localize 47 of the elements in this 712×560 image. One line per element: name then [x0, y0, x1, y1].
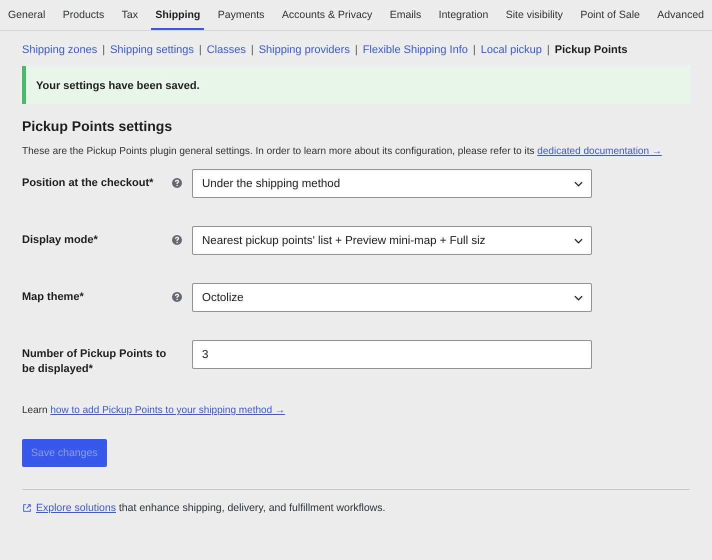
- field-label: Position at the checkout*: [22, 176, 154, 191]
- separator: |: [198, 44, 202, 56]
- help-icon[interactable]: [172, 292, 182, 302]
- chevron-down-icon: [574, 180, 583, 186]
- documentation-link[interactable]: dedicated documentation →: [537, 146, 662, 157]
- help-icon[interactable]: [172, 235, 182, 245]
- settings-tab[interactable]: Point of Sale: [576, 0, 644, 30]
- settings-tab[interactable]: Shipping: [151, 0, 204, 30]
- footer-text: that enhance shipping, delivery, and fulfillment workflows.: [118, 502, 386, 514]
- settings-tab[interactable]: Products: [58, 0, 108, 30]
- separator: |: [250, 44, 254, 56]
- notice-message: Your settings have been saved.: [36, 80, 200, 92]
- settings-tab[interactable]: Integration: [434, 0, 492, 30]
- section-link[interactable]: Pickup Points: [554, 44, 628, 56]
- settings-tab[interactable]: Advanced: [653, 0, 708, 30]
- section-link[interactable]: Classes: [206, 44, 246, 56]
- section-link[interactable]: Shipping settings: [110, 44, 194, 56]
- settings-tab[interactable]: Accounts & Privacy: [278, 0, 376, 30]
- field-label: Map theme*: [22, 290, 85, 305]
- separator: |: [546, 44, 550, 56]
- section-link[interactable]: Local pickup: [480, 44, 542, 56]
- explore-link[interactable]: Explore solutions: [36, 502, 116, 514]
- field-label: Display mode*: [22, 233, 99, 248]
- intro-text: These are the Pickup Points plugin general settings. In order to learn more about its configuration, please refer to its dedicated documentation →: [22, 146, 663, 157]
- dropdown[interactable]: Under the shipping method: [192, 169, 592, 198]
- how-to-link[interactable]: how to add Pickup Points to your shipping method →: [50, 405, 285, 416]
- settings-tab[interactable]: Emails: [386, 0, 426, 30]
- settings-tab[interactable]: Site visibility: [502, 0, 567, 30]
- help-icon[interactable]: [172, 178, 182, 188]
- number-input[interactable]: 3: [192, 340, 592, 369]
- settings-tab[interactable]: General: [4, 0, 50, 30]
- field-label: Number of Pickup Points to be displayed*: [22, 347, 168, 377]
- chevron-down-icon: [574, 294, 583, 300]
- settings-tab[interactable]: Tax: [118, 0, 142, 30]
- section-link[interactable]: Shipping zones: [22, 44, 98, 56]
- settings-tab[interactable]: Payments: [214, 0, 268, 30]
- separator: |: [354, 44, 358, 56]
- section-link[interactable]: Flexible Shipping Info: [362, 44, 468, 56]
- separator: |: [102, 44, 106, 56]
- external-link-icon: [22, 503, 32, 513]
- chevron-down-icon: [574, 238, 583, 244]
- section-heading: Pickup Points settings: [22, 118, 174, 134]
- dropdown[interactable]: Octolize: [192, 283, 592, 312]
- separator: |: [472, 44, 476, 56]
- dropdown[interactable]: Nearest pickup points' list + Preview mini-map + Full siz: [192, 226, 592, 255]
- section-link[interactable]: Shipping providers: [258, 44, 350, 56]
- learn-text: Learn how to add Pickup Points to your shipping method →: [22, 405, 286, 416]
